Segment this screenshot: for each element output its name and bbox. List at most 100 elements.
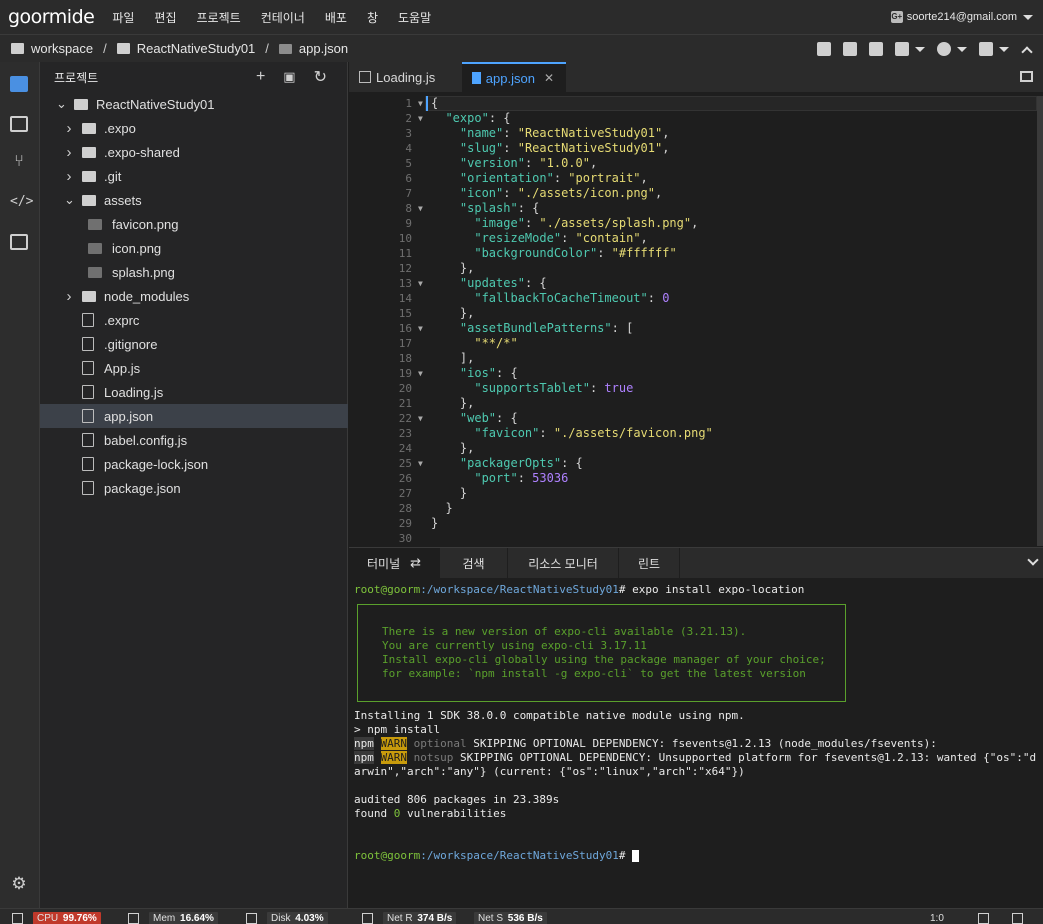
chevron-right-icon[interactable]: › bbox=[64, 144, 74, 161]
tree-item[interactable]: › .expo-shared bbox=[40, 140, 348, 164]
fold-arrow-icon[interactable]: ▼ bbox=[418, 321, 423, 336]
project-explorer-icon[interactable] bbox=[10, 76, 28, 92]
menu-help[interactable]: 도움말 bbox=[398, 9, 431, 26]
terminal-line-warn: npm WARN notsup SKIPPING OPTIONAL DEPEND… bbox=[354, 751, 1036, 765]
search-replace-icon[interactable] bbox=[869, 42, 883, 56]
build-menu[interactable] bbox=[895, 42, 925, 56]
split-editor-icon[interactable] bbox=[1020, 71, 1033, 82]
git-icon[interactable]: ⑂ bbox=[10, 154, 28, 170]
tree-item[interactable]: splash.png bbox=[40, 260, 348, 284]
tab-resource-monitor[interactable]: 리소스 모니터 bbox=[508, 548, 619, 578]
fold-arrow-icon[interactable]: ▼ bbox=[418, 111, 423, 126]
tree-item[interactable]: .exprc bbox=[40, 308, 348, 332]
tree-item-label: splash.png bbox=[112, 264, 175, 280]
tree-item[interactable]: ⌄ ReactNativeStudy01 bbox=[40, 92, 348, 116]
menu-file[interactable]: 파일 bbox=[112, 9, 134, 26]
tree-item[interactable]: icon.png bbox=[40, 236, 348, 260]
test-menu[interactable] bbox=[979, 42, 1009, 56]
tree-item[interactable]: app.json bbox=[40, 404, 348, 428]
fold-arrow-icon[interactable]: ▼ bbox=[418, 366, 423, 381]
disk-status[interactable]: Disk 4.03% bbox=[246, 912, 328, 924]
save-all-icon[interactable] bbox=[843, 42, 857, 56]
chevron-down-icon[interactable]: ⌄ bbox=[64, 192, 75, 208]
net-receive-status[interactable]: Net R 374 B/s bbox=[362, 912, 457, 924]
menu-container[interactable]: 컨테이너 bbox=[261, 9, 305, 26]
tree-item[interactable]: › .expo bbox=[40, 116, 348, 140]
chevron-right-icon[interactable]: › bbox=[64, 168, 74, 185]
code-line: "slug": "ReactNativeStudy01", bbox=[459, 141, 670, 155]
code-line: }, bbox=[431, 261, 475, 275]
tab-lint[interactable]: 린트 bbox=[619, 548, 680, 578]
line-number: 26 bbox=[398, 472, 412, 485]
fold-arrow-icon[interactable]: ▼ bbox=[418, 411, 423, 426]
tab-loading-js[interactable]: Loading.js bbox=[349, 62, 462, 92]
terminal[interactable]: root@goorm:/workspace/ReactNativeStudy01… bbox=[349, 578, 1043, 908]
run-menu[interactable] bbox=[937, 42, 967, 56]
found-suffix: vulnerabilities bbox=[400, 807, 507, 820]
folder-icon bbox=[82, 290, 96, 302]
tree-item[interactable]: package-lock.json bbox=[40, 452, 348, 476]
code-icon[interactable]: </> bbox=[10, 194, 33, 210]
layout-icon[interactable] bbox=[978, 912, 999, 924]
code-line: "ios": { bbox=[459, 366, 518, 380]
close-icon[interactable]: ✕ bbox=[544, 71, 554, 85]
js-file-icon bbox=[82, 385, 94, 399]
line-number: 30 bbox=[398, 532, 412, 545]
fold-arrow-icon[interactable]: ▼ bbox=[418, 96, 423, 111]
update-notice-box: There is a new version of expo-cli avail… bbox=[357, 604, 846, 702]
chevron-right-icon[interactable]: › bbox=[64, 288, 74, 305]
breadcrumb-project[interactable]: ReactNativeStudy01 bbox=[137, 41, 256, 56]
account-menu[interactable]: G+ soorte214@gmail.com bbox=[890, 0, 1033, 34]
fold-arrow-icon[interactable]: ▼ bbox=[418, 456, 423, 471]
tab-search[interactable]: 검색 bbox=[440, 548, 508, 578]
line-number: 23 bbox=[398, 427, 412, 440]
cpu-status[interactable]: CPU 99.76% bbox=[12, 912, 101, 924]
chevron-right-icon[interactable]: › bbox=[64, 120, 74, 137]
net-send-status[interactable]: Net S 536 B/s bbox=[474, 912, 547, 924]
chevron-up-icon[interactable] bbox=[1021, 45, 1033, 58]
tree-item[interactable]: favicon.png bbox=[40, 212, 348, 236]
cursor-position[interactable]: 1:0 bbox=[930, 912, 944, 924]
line-number: 2 bbox=[405, 112, 412, 125]
notifications-icon[interactable] bbox=[1012, 912, 1033, 924]
tree-item[interactable]: › .git bbox=[40, 164, 348, 188]
tree-item[interactable]: .gitignore bbox=[40, 332, 348, 356]
menu-deploy[interactable]: 배포 bbox=[325, 9, 347, 26]
breadcrumb-workspace[interactable]: workspace bbox=[31, 41, 93, 56]
menu-window[interactable]: 창 bbox=[367, 9, 378, 26]
add-icon[interactable]: + bbox=[256, 68, 265, 86]
menu-edit[interactable]: 편집 bbox=[154, 9, 176, 26]
goormide-logo[interactable]: goormide bbox=[8, 6, 95, 28]
menu-project[interactable]: 프로젝트 bbox=[197, 9, 241, 26]
tab-app-json[interactable]: app.json ✕ bbox=[462, 62, 566, 92]
fold-arrow-icon[interactable]: ▼ bbox=[418, 201, 423, 216]
save-icon[interactable] bbox=[817, 42, 831, 56]
new-folder-icon[interactable]: ▣ bbox=[283, 69, 295, 85]
disk-meter: Disk 4.03% bbox=[267, 912, 328, 924]
gear-icon[interactable]: ⚙ bbox=[10, 875, 28, 892]
refresh-icon[interactable]: ↻ bbox=[314, 67, 327, 87]
snippet-icon[interactable] bbox=[10, 234, 28, 250]
code-line: "updates": { bbox=[459, 276, 547, 290]
chevron-down-icon[interactable]: ⌄ bbox=[56, 96, 67, 112]
breadcrumb-file[interactable]: app.json bbox=[299, 41, 348, 56]
tree-item[interactable]: Loading.js bbox=[40, 380, 348, 404]
tree-item[interactable]: ⌄ assets bbox=[40, 188, 348, 212]
fold-arrow-icon[interactable]: ▼ bbox=[418, 276, 423, 291]
warn-kind: notsup bbox=[413, 751, 454, 764]
tab-terminal[interactable]: 터미널 ⇄ bbox=[349, 548, 440, 578]
code-editor[interactable]: 1 ▼ 2 ▼ 3 4 5 6 7 8 ▼ 9 10 11 12 13 ▼ 14 15 16 ▼ 17 18 19 ▼ 20 21 2… bbox=[349, 92, 1043, 547]
mem-status[interactable]: Mem 16.64% bbox=[128, 912, 218, 924]
outline-icon[interactable] bbox=[10, 116, 28, 132]
code-line: "splash": { bbox=[459, 201, 540, 215]
tree-item[interactable]: babel.config.js bbox=[40, 428, 348, 452]
tree-item[interactable]: › node_modules bbox=[40, 284, 348, 308]
code-line: "version": "1.0.0", bbox=[459, 156, 598, 170]
wrench-icon bbox=[895, 42, 909, 56]
chevron-down-icon[interactable] bbox=[1027, 554, 1039, 566]
editor-scrollbar[interactable] bbox=[1037, 96, 1043, 546]
folder-icon bbox=[82, 170, 96, 182]
tree-item[interactable]: App.js bbox=[40, 356, 348, 380]
refresh-icon[interactable]: ⇄ bbox=[410, 555, 421, 571]
tree-item[interactable]: package.json bbox=[40, 476, 348, 500]
